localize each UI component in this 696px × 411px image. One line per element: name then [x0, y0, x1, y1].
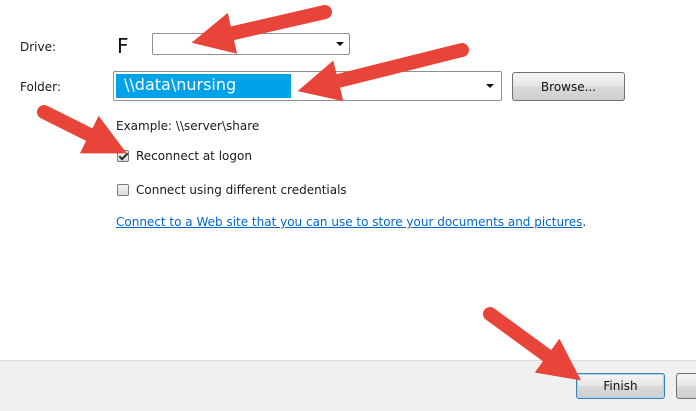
browse-button[interactable]: Browse... [512, 72, 625, 101]
dropdown-arrow-icon [336, 42, 344, 46]
finish-button[interactable]: Finish [576, 373, 665, 399]
annotation-arrows [37, 5, 581, 381]
link-period: . [582, 215, 587, 229]
folder-input-value[interactable]: \\data\nursing [124, 75, 236, 94]
folder-label: Folder: [20, 80, 61, 94]
cancel-button-partial[interactable] [676, 373, 696, 399]
drive-label: Drive: [20, 40, 57, 54]
example-text: Example: \\server\share [116, 119, 260, 133]
drive-letter: F [117, 34, 129, 58]
credentials-checkbox[interactable] [117, 184, 129, 196]
drive-dropdown[interactable] [152, 33, 350, 55]
reconnect-checkbox[interactable] [117, 150, 129, 162]
dropdown-arrow-icon[interactable] [486, 84, 494, 88]
red-arrow-annotation [37, 105, 127, 154]
web-site-link[interactable]: Connect to a Web site that you can use t… [116, 215, 582, 229]
reconnect-label[interactable]: Reconnect at logon [136, 149, 252, 163]
folder-combobox[interactable]: \\data\nursing [113, 71, 502, 101]
credentials-label[interactable]: Connect using different credentials [136, 183, 347, 197]
